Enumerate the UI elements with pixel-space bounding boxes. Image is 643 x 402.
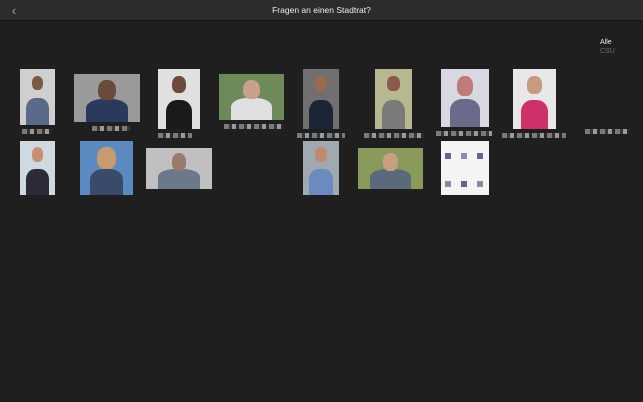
- councillor-card[interactable]: [20, 69, 55, 134]
- councillor-photo: [20, 69, 55, 125]
- councillor-card[interactable]: [358, 148, 423, 189]
- councillor-name-pixelated: [224, 124, 284, 129]
- councillor-photo: [303, 69, 339, 129]
- councillor-photo: [303, 141, 339, 195]
- councillor-card[interactable]: [219, 74, 284, 129]
- councillor-card[interactable]: [303, 141, 339, 195]
- councillor-photo: [441, 141, 489, 195]
- councillor-name-pixelated: [364, 133, 424, 138]
- councillor-photo: [20, 141, 55, 195]
- councillor-grid: [0, 0, 643, 402]
- councillor-photo: [74, 74, 140, 122]
- councillor-card[interactable]: [297, 69, 345, 138]
- councillor-card[interactable]: [20, 141, 55, 195]
- councillor-card[interactable]: [585, 129, 629, 134]
- councillor-photo: [441, 69, 489, 127]
- councillor-card[interactable]: [158, 69, 200, 138]
- councillor-name-pixelated: [502, 133, 566, 138]
- councillor-card[interactable]: [436, 69, 492, 136]
- councillor-photo: [513, 69, 556, 129]
- councillor-name-pixelated: [436, 131, 492, 136]
- councillor-name-pixelated: [158, 133, 192, 138]
- councillor-card[interactable]: [146, 148, 212, 189]
- councillor-photo: [219, 74, 284, 120]
- councillor-card[interactable]: [364, 69, 424, 138]
- councillor-name-pixelated: [297, 133, 345, 138]
- councillor-card[interactable]: [441, 141, 489, 195]
- councillor-card[interactable]: [502, 69, 566, 138]
- councillor-photo: [158, 69, 200, 129]
- councillor-photo: [375, 69, 412, 129]
- councillor-photo: [358, 148, 423, 189]
- councillor-card[interactable]: [74, 74, 140, 131]
- councillor-name-pixelated: [22, 129, 52, 134]
- councillor-photo: [80, 141, 133, 195]
- councillor-photo: [146, 148, 212, 189]
- councillor-card[interactable]: [80, 141, 133, 195]
- councillor-name-pixelated: [585, 129, 629, 134]
- councillor-name-pixelated: [92, 126, 130, 131]
